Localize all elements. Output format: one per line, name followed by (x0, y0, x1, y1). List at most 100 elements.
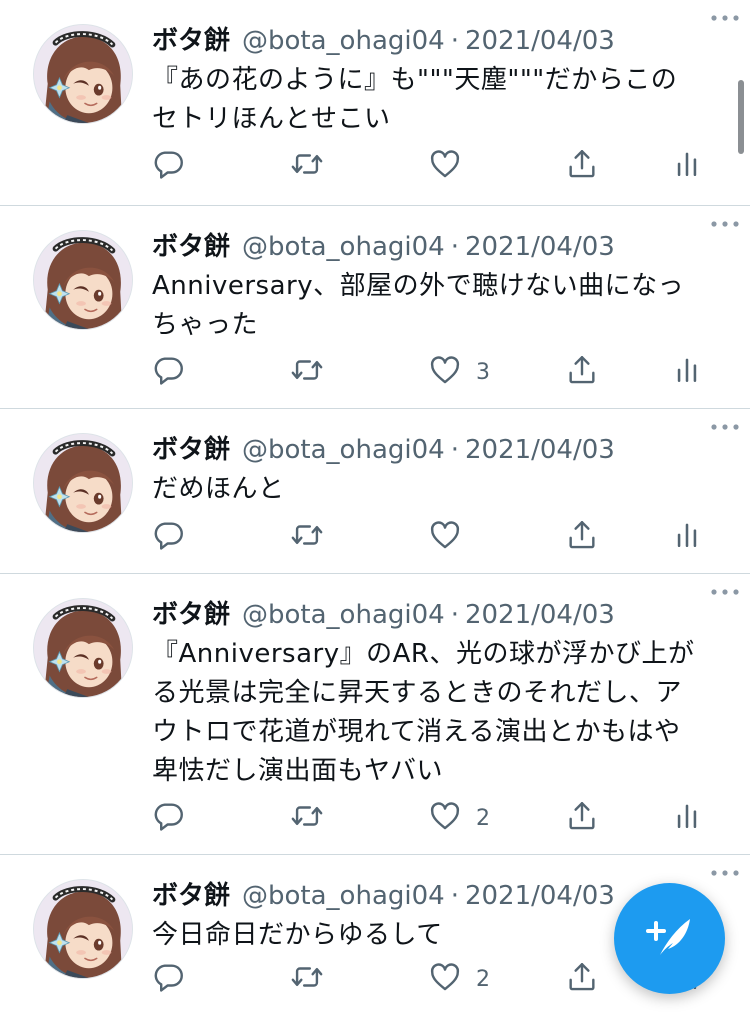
more-icon[interactable] (708, 417, 742, 437)
separator: · (450, 881, 459, 911)
author-handle[interactable]: @bota_ohagi04 (242, 596, 445, 634)
compose-button[interactable] (614, 883, 725, 994)
tweet-text: 『Anniversary』のAR、光の球が浮かび上が る光景は完全に昇天するとき… (152, 635, 726, 791)
separator: · (450, 600, 459, 630)
like-icon (428, 147, 462, 185)
tweet-content: ボタ餅 @bota_ohagi04 · 2021/04/03 『Annivers… (152, 596, 726, 791)
avatar[interactable] (33, 598, 133, 698)
retweet-button[interactable] (290, 146, 324, 186)
like-icon (428, 518, 462, 556)
reply-button[interactable] (152, 798, 186, 838)
analytics-button[interactable] (670, 146, 704, 186)
tweet-header: ボタ餅 @bota_ohagi04 · 2021/04/03 (152, 596, 726, 634)
separator: · (450, 435, 459, 465)
tweet-text-line: セトリほんとせこい (152, 104, 391, 134)
tweet-text-line: 卑怯だし演出面もヤバい (152, 756, 443, 786)
analytics-button[interactable] (670, 517, 704, 557)
tweet-header: ボタ餅 @bota_ohagi04 · 2021/04/03 (152, 22, 726, 60)
retweet-icon (290, 147, 324, 185)
like-button[interactable]: 3 (428, 352, 490, 392)
tweet-header: ボタ餅 @bota_ohagi04 · 2021/04/03 (152, 431, 726, 469)
tweet-text-line: ちゃった (152, 310, 259, 340)
reply-icon (152, 518, 186, 556)
tweet[interactable]: ボタ餅 @bota_ohagi04 · 2021/04/03 だめほんと (0, 409, 750, 574)
more-icon[interactable] (708, 863, 742, 883)
tweet-text: 『あの花のように』も"""天塵"""だからこの セトリほんとせこい (152, 61, 726, 139)
like-count: 2 (476, 966, 490, 992)
tweet-text-line: Anniversary、部屋の外で聴けない曲になっ (152, 271, 685, 301)
tweet-actions (0, 146, 750, 186)
retweet-button[interactable] (290, 798, 324, 838)
tweet-text-line: ウトロで花道が現れて消える演出とかもはや (152, 717, 681, 747)
tweet[interactable]: ボタ餅 @bota_ohagi04 · 2021/04/03 『あの花のように』… (0, 0, 750, 206)
tweet-date[interactable]: 2021/04/03 (465, 22, 615, 60)
share-button[interactable] (565, 959, 599, 999)
more-icon[interactable] (708, 582, 742, 602)
analytics-icon (670, 799, 704, 837)
tweet-date[interactable]: 2021/04/03 (465, 596, 615, 634)
share-icon (565, 518, 599, 556)
more-icon[interactable] (708, 214, 742, 234)
tweet-text-line: 『Anniversary』のAR、光の球が浮かび上が (152, 639, 695, 669)
author-handle[interactable]: @bota_ohagi04 (242, 22, 445, 60)
retweet-icon (290, 960, 324, 998)
tweet-header: ボタ餅 @bota_ohagi04 · 2021/04/03 (152, 228, 726, 266)
reply-icon (152, 353, 186, 391)
share-icon (565, 147, 599, 185)
tweet-text: だめほんと (152, 470, 726, 509)
author-name[interactable]: ボタ餅 (152, 596, 230, 634)
tweet-content: ボタ餅 @bota_ohagi04 · 2021/04/03 『あの花のように』… (152, 22, 726, 139)
tweet-date[interactable]: 2021/04/03 (465, 228, 615, 266)
share-button[interactable] (565, 146, 599, 186)
timeline-feed: ボタ餅 @bota_ohagi04 · 2021/04/03 『あの花のように』… (0, 0, 750, 1015)
retweet-button[interactable] (290, 959, 324, 999)
retweet-icon (290, 518, 324, 556)
share-button[interactable] (565, 798, 599, 838)
author-handle[interactable]: @bota_ohagi04 (242, 431, 445, 469)
separator: · (450, 26, 459, 56)
author-name[interactable]: ボタ餅 (152, 431, 230, 469)
tweet[interactable]: ボタ餅 @bota_ohagi04 · 2021/04/03 『Annivers… (0, 574, 750, 855)
author-handle[interactable]: @bota_ohagi04 (242, 877, 445, 915)
retweet-button[interactable] (290, 517, 324, 557)
like-button[interactable] (428, 146, 476, 186)
tweet-text-line: だめほんと (152, 474, 285, 504)
more-icon[interactable] (708, 8, 742, 28)
like-icon (428, 960, 462, 998)
analytics-icon (670, 518, 704, 556)
reply-button[interactable] (152, 959, 186, 999)
share-icon (565, 353, 599, 391)
like-button[interactable]: 2 (428, 959, 490, 999)
tweet-date[interactable]: 2021/04/03 (465, 431, 615, 469)
like-count: 3 (476, 359, 490, 385)
tweet-actions (0, 517, 750, 557)
like-button[interactable]: 2 (428, 798, 490, 838)
author-name[interactable]: ボタ餅 (152, 877, 230, 915)
tweet-date[interactable]: 2021/04/03 (465, 877, 615, 915)
reply-icon (152, 147, 186, 185)
retweet-button[interactable] (290, 352, 324, 392)
tweet-text: Anniversary、部屋の外で聴けない曲になっ ちゃった (152, 267, 726, 345)
share-button[interactable] (565, 352, 599, 392)
reply-button[interactable] (152, 517, 186, 557)
retweet-icon (290, 353, 324, 391)
avatar[interactable] (33, 230, 133, 330)
author-handle[interactable]: @bota_ohagi04 (242, 228, 445, 266)
like-button[interactable] (428, 517, 476, 557)
tweet-actions: 3 (0, 352, 750, 392)
reply-button[interactable] (152, 352, 186, 392)
author-name[interactable]: ボタ餅 (152, 228, 230, 266)
author-name[interactable]: ボタ餅 (152, 22, 230, 60)
share-icon (565, 960, 599, 998)
scrollbar[interactable] (738, 80, 744, 154)
share-button[interactable] (565, 517, 599, 557)
avatar[interactable] (33, 24, 133, 124)
reply-icon (152, 960, 186, 998)
reply-icon (152, 799, 186, 837)
tweet-content: ボタ餅 @bota_ohagi04 · 2021/04/03 Anniversa… (152, 228, 726, 345)
reply-button[interactable] (152, 146, 186, 186)
analytics-button[interactable] (670, 798, 704, 838)
analytics-icon (670, 353, 704, 391)
tweet[interactable]: ボタ餅 @bota_ohagi04 · 2021/04/03 Anniversa… (0, 206, 750, 409)
analytics-button[interactable] (670, 352, 704, 392)
